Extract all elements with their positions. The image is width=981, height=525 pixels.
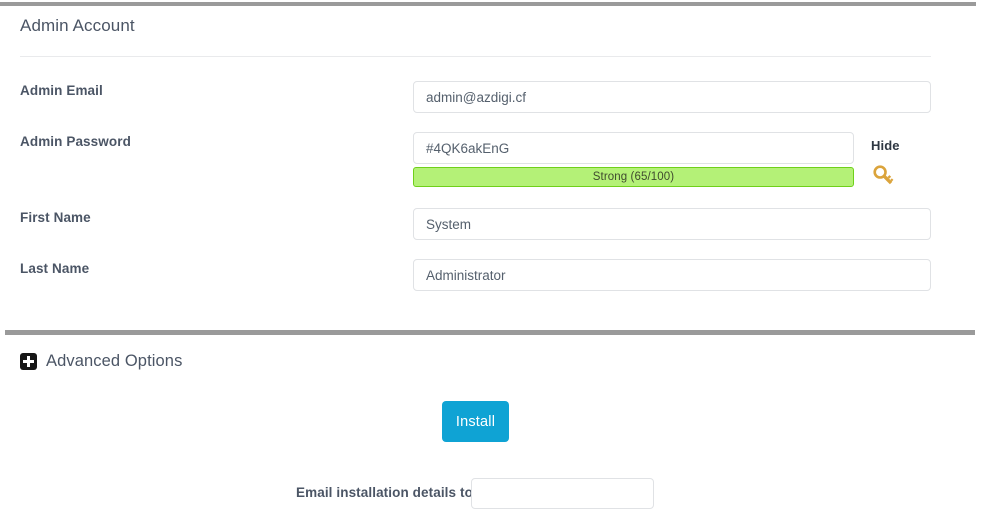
install-button[interactable]: Install	[442, 401, 509, 442]
last-name-label: Last Name	[20, 261, 90, 276]
admin-password-input[interactable]	[413, 132, 854, 164]
email-installation-details-input[interactable]	[471, 478, 654, 509]
email-installation-details-label: Email installation details to :	[296, 485, 482, 500]
password-strength-meter: Strong (65/100)	[413, 167, 854, 187]
section-divider	[5, 330, 975, 335]
first-name-label: First Name	[20, 210, 91, 225]
first-name-input[interactable]	[413, 208, 931, 240]
page-title: Admin Account	[20, 16, 135, 35]
key-icon[interactable]	[869, 161, 899, 191]
advanced-options-label: Advanced Options	[46, 352, 183, 370]
last-name-input[interactable]	[413, 259, 931, 291]
advanced-options-toggle[interactable]: Advanced Options	[20, 352, 182, 371]
password-visibility-toggle[interactable]: Hide	[871, 138, 900, 153]
heading-divider	[20, 56, 931, 57]
admin-email-label: Admin Email	[20, 83, 103, 98]
plus-square-icon	[20, 353, 37, 370]
password-strength-text: Strong (65/100)	[592, 171, 675, 183]
admin-password-label: Admin Password	[20, 134, 131, 149]
top-divider	[0, 2, 976, 6]
admin-email-input[interactable]	[413, 81, 931, 113]
